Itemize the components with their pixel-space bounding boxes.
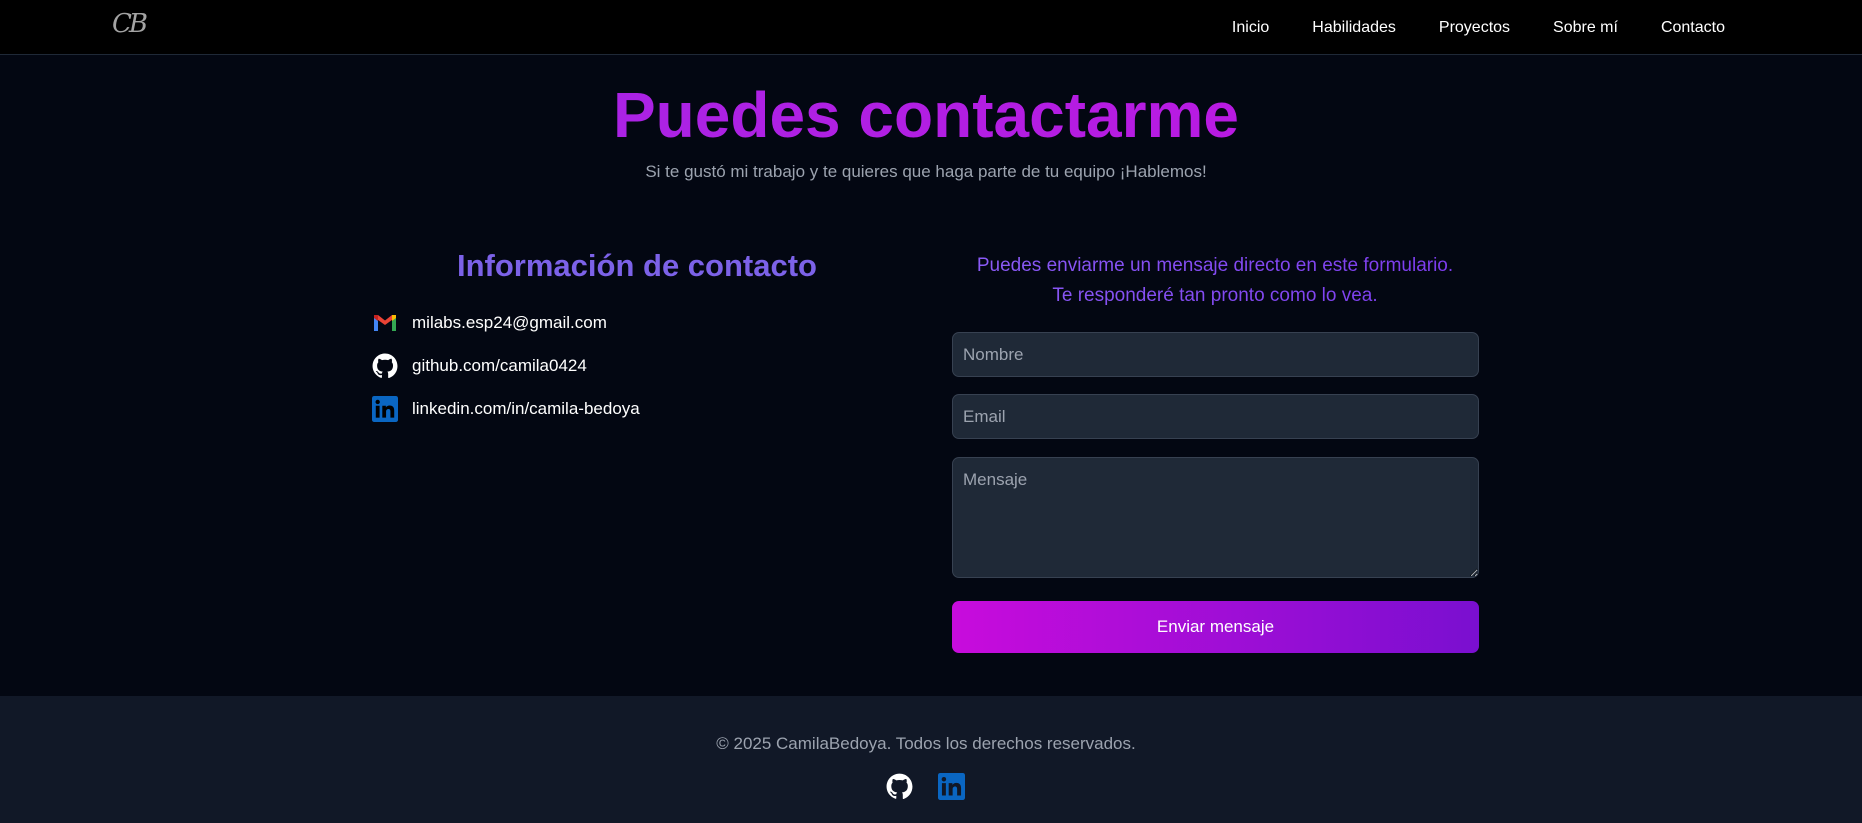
contact-item-email[interactable]: milabs.esp24@gmail.com: [372, 308, 640, 338]
nav-link-inicio[interactable]: Inicio: [1232, 19, 1269, 37]
nav-link-contacto[interactable]: Contacto: [1661, 19, 1725, 37]
linkedin-icon[interactable]: [938, 773, 965, 800]
footer: © 2025 CamilaBedoya. Todos los derechos …: [0, 696, 1862, 823]
footer-socials: [886, 773, 965, 800]
contact-item-github[interactable]: github.com/camila0424: [372, 351, 640, 381]
gmail-icon: [372, 310, 398, 336]
logo[interactable]: CB: [112, 9, 148, 39]
contact-linkedin-text: linkedin.com/in/camila-bedoya: [412, 399, 640, 418]
nav-link-proyectos[interactable]: Proyectos: [1439, 19, 1510, 37]
contact-item-linkedin[interactable]: linkedin.com/in/camila-bedoya: [372, 394, 640, 424]
page-subtitle: Si te gustó mi trabajo y te quieres que …: [645, 162, 1207, 181]
contact-info-list: milabs.esp24@gmail.com github.com/camila…: [372, 308, 640, 437]
form-intro-line-1: Puedes enviarme un mensaje directo en es…: [976, 255, 1454, 276]
page-title: Puedes contactarme: [0, 70, 1852, 160]
form-intro-line-2: Te responderé tan pronto como lo vea.: [1052, 285, 1378, 306]
footer-copyright: © 2025 CamilaBedoya. Todos los derechos …: [716, 734, 1136, 753]
contact-github-text: github.com/camila0424: [412, 356, 587, 375]
nav-link-habilidades[interactable]: Habilidades: [1312, 19, 1396, 37]
contact-info-title: Información de contacto: [457, 248, 817, 283]
email-input[interactable]: [952, 394, 1479, 439]
name-input[interactable]: [952, 332, 1479, 377]
navbar: CB Inicio Habilidades Proyectos Sobre mí…: [0, 0, 1862, 55]
contact-email-text: milabs.esp24@gmail.com: [412, 313, 607, 332]
github-icon[interactable]: [886, 773, 913, 800]
nav-link-sobre-mi[interactable]: Sobre mí: [1553, 19, 1618, 37]
send-message-button[interactable]: Enviar mensaje: [952, 601, 1479, 653]
form-intro: Puedes enviarme un mensaje directo en es…: [952, 251, 1478, 311]
linkedin-icon: [372, 396, 398, 422]
nav-links: Inicio Habilidades Proyectos Sobre mí Co…: [1232, 0, 1725, 55]
message-textarea[interactable]: [952, 457, 1479, 578]
github-icon: [372, 353, 398, 379]
